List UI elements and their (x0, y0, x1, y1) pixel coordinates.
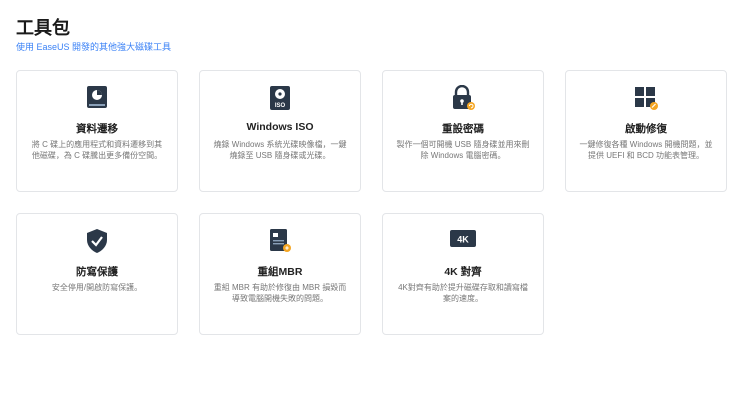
tool-name: 4K 對齊 (444, 266, 482, 278)
tool-description: 一鍵修復各種 Windows 開機問題，並提供 UEFI 和 BCD 功能表管理… (579, 140, 713, 160)
tool-card-4k-alignment[interactable]: 4K 4K 對齊 4K對齊有助於提升磁碟存取和讀寫檔案的速度。 (382, 213, 544, 335)
tool-card-rebuild-mbr[interactable]: 重組MBR 重組 MBR 有助於修復由 MBR 損毀而導致電腦開機失敗的問題。 (199, 213, 361, 335)
tool-description: 4K對齊有助於提升磁碟存取和讀寫檔案的速度。 (398, 283, 528, 303)
tool-card-reset-password[interactable]: 重設密碼 製作一個可開機 USB 隨身碟並用來刪除 Windows 電腦密碼。 (382, 70, 544, 192)
svg-text:ISO: ISO (275, 103, 286, 109)
windows-repair-icon (566, 85, 726, 111)
tool-name: 資料遷移 (76, 123, 118, 135)
tool-name: 啟動修復 (625, 123, 667, 135)
lock-icon (383, 85, 543, 111)
shield-icon (17, 228, 177, 254)
tool-description: 製作一個可開機 USB 隨身碟並用來刪除 Windows 電腦密碼。 (396, 140, 530, 160)
migration-icon (17, 85, 177, 111)
tool-name: 重設密碼 (442, 123, 484, 135)
tool-description: 燒錄 Windows 系統光碟映像檔，一鍵燒錄至 USB 隨身碟或光碟。 (213, 140, 347, 160)
page-subtitle: 使用 EaseUS 開發的其他強大磁碟工具 (16, 42, 172, 52)
tool-name: Windows ISO (246, 121, 314, 133)
tool-description: 安全停用/開啟防寫保護。 (51, 283, 143, 292)
tool-card-data-migration[interactable]: 資料遷移 將 C 碟上的應用程式和資料遷移到其他磁碟，為 C 碟騰出更多備份空間… (16, 70, 178, 192)
tool-description: 將 C 碟上的應用程式和資料遷移到其他磁碟，為 C 碟騰出更多備份空間。 (31, 140, 163, 160)
mbr-icon (200, 228, 360, 254)
4k-icon: 4K (383, 228, 543, 254)
tool-card-write-protection[interactable]: 防寫保護 安全停用/開啟防寫保護。 (16, 213, 178, 335)
iso-icon: ISO (200, 85, 360, 111)
tool-card-windows-iso[interactable]: ISO Windows ISO 燒錄 Windows 系統光碟映像檔，一鍵燒錄至… (199, 70, 361, 192)
tool-description: 重組 MBR 有助於修復由 MBR 損毀而導致電腦開機失敗的問題。 (213, 283, 347, 303)
tool-name: 防寫保護 (76, 266, 118, 278)
tool-card-boot-repair[interactable]: 啟動修復 一鍵修復各種 Windows 開機問題，並提供 UEFI 和 BCD … (565, 70, 727, 192)
svg-text:4K: 4K (457, 235, 469, 245)
tool-name: 重組MBR (257, 266, 303, 278)
page-title: 工具包 (16, 18, 70, 38)
